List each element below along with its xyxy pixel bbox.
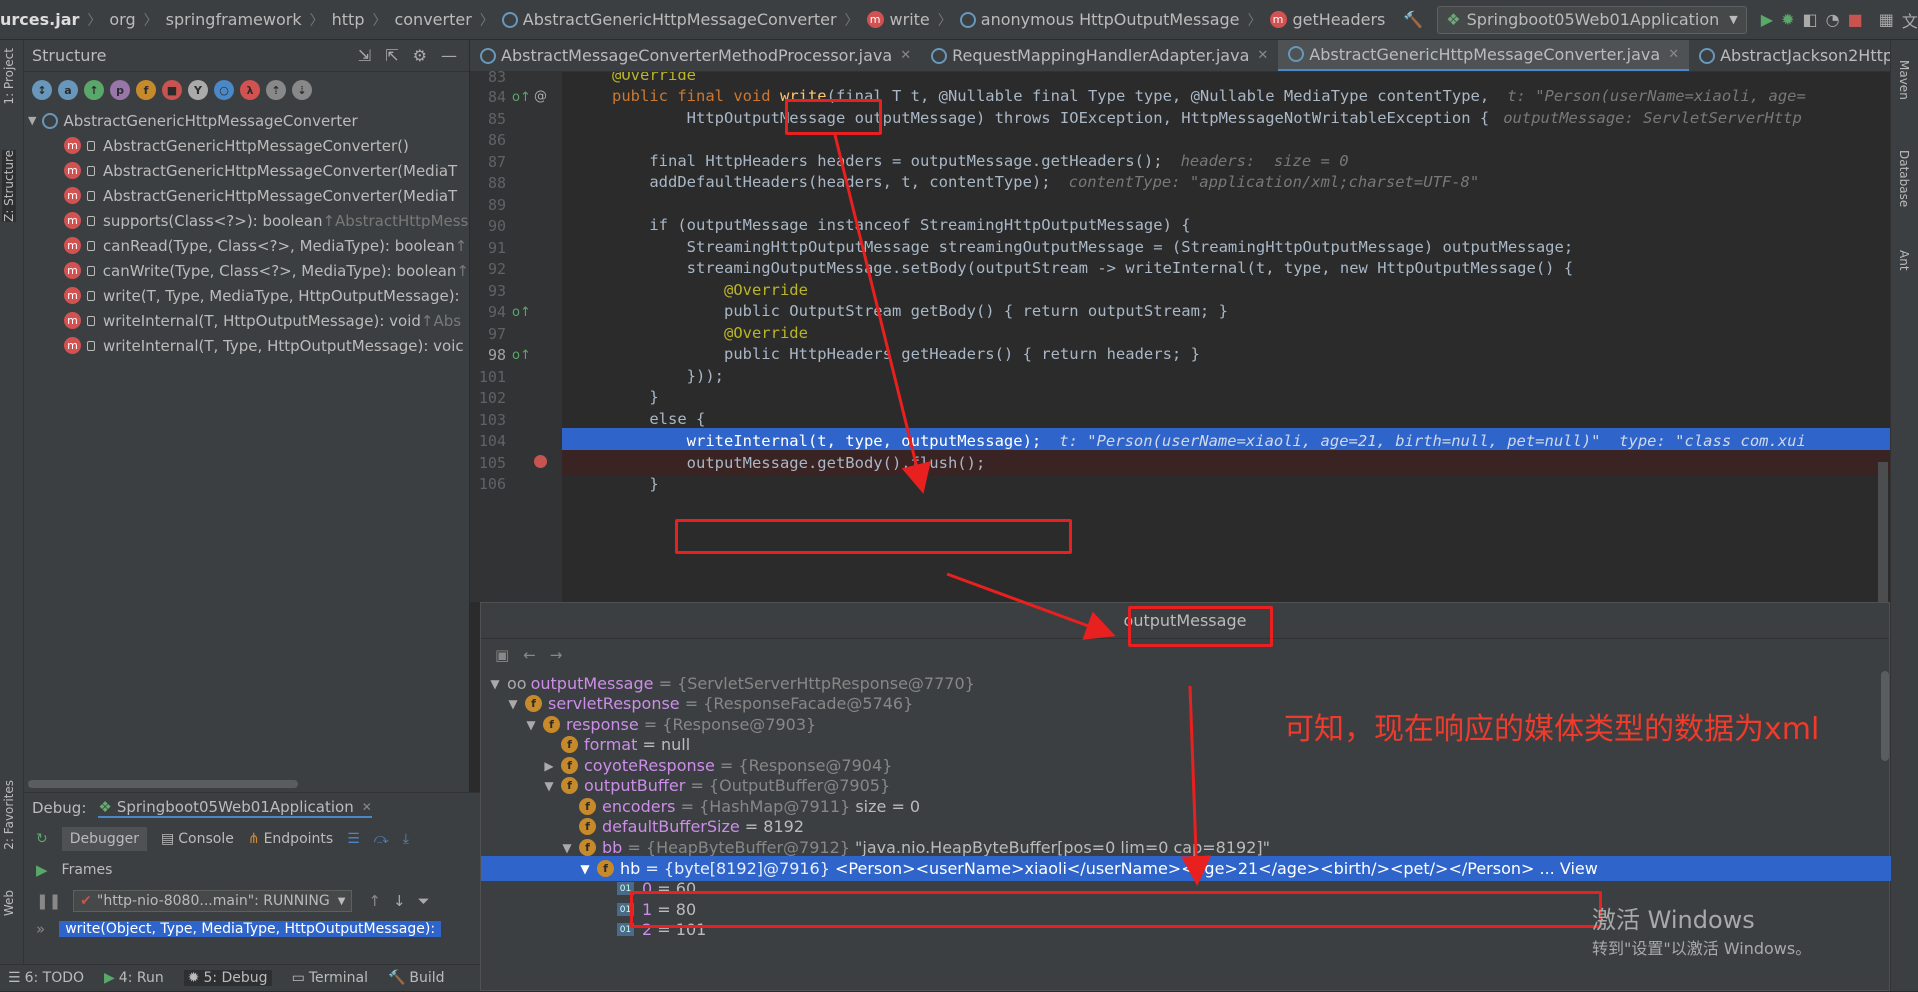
windows-activation-watermark: 激活 Windows 转到"设置"以激活 Windows。 <box>1592 900 1811 959</box>
arrow-to-popup-title <box>946 572 1116 640</box>
watermark-line2: 转到"设置"以激活 Windows。 <box>1592 939 1812 958</box>
arrow-to-hb <box>1181 685 1212 886</box>
annotation-arrows <box>833 134 1212 886</box>
annotation-text: 可知，现在响应的媒体类型的数据为xml <box>1284 712 1820 747</box>
arrow-write-to-writeinternal <box>833 134 931 494</box>
watermark-line1: 激活 Windows <box>1592 906 1755 934</box>
